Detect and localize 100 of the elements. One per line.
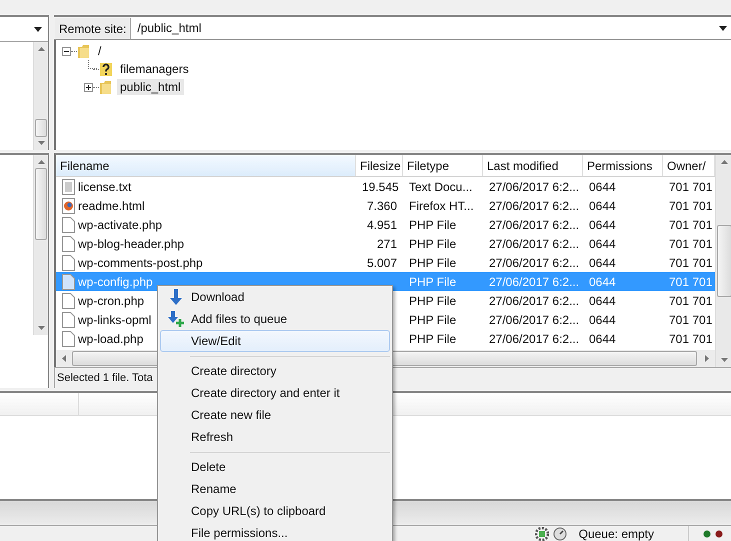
gauge-icon[interactable] [552,527,567,541]
file-type: PHP File [408,256,458,270]
menu-item[interactable]: Create directory and enter it [160,382,390,404]
scroll-down-icon[interactable] [38,141,44,145]
file-size: 19.545 [361,180,400,194]
file-name[interactable]: wp-load.php [78,332,144,346]
selection-status: Selected 1 file. Tota [57,372,153,384]
menu-item[interactable]: Rename [160,478,390,500]
scrollbar[interactable] [33,155,48,335]
column-header[interactable]: Last modified [483,155,583,176]
file-type: Text Docu... [408,180,474,194]
scroll-thumb[interactable] [717,225,731,297]
column-header[interactable]: Filesize [356,155,403,176]
expand-icon[interactable] [84,82,93,92]
file-type: Firefox HT... [408,198,475,212]
scroll-down-icon[interactable] [721,358,728,362]
file-owner: 701 701 [668,274,714,288]
file-icon [62,236,75,252]
file-size: 7.360 [366,198,398,212]
file-permissions: 0644 [588,274,617,288]
file-name[interactable]: wp-comments-post.php [78,256,203,270]
file-icon [62,274,75,290]
scroll-up-icon[interactable] [38,160,44,164]
queue-status: Queue: empty [578,527,654,541]
file-owner: 701 701 [668,332,714,346]
file-icon [62,312,75,328]
column-header[interactable]: Filename [56,155,356,176]
tree-item[interactable]: / [95,43,104,59]
menu-item[interactable]: File permissions... [160,522,390,541]
menu-item[interactable]: Add files to queue [160,308,390,330]
file-owner: 701 701 [668,236,714,250]
remote-site-label: Remote site: [55,18,132,39]
gear-icon[interactable] [534,527,549,541]
dropdown-arrow-icon[interactable] [719,26,727,30]
down-arrow-icon [170,289,182,305]
file-type: PHP File [408,218,458,232]
scroll-up-icon[interactable] [721,160,728,164]
remote-path-field[interactable]: /public_html [131,17,731,39]
column-header[interactable]: Filetype [403,155,483,176]
collapse-icon[interactable] [62,46,71,56]
scrollbar[interactable] [33,42,48,150]
file-icon [62,330,75,346]
file-permissions: 0644 [588,236,617,250]
file-name[interactable]: wp-blog-header.php [78,236,184,250]
folder-icon [77,44,91,58]
text-file-icon [62,178,75,194]
question-icon [99,62,113,76]
file-modified: 27/06/2017 6:2... [488,180,580,194]
file-icon [62,254,75,270]
file-modified: 27/06/2017 6:2... [488,198,580,212]
file-icon [62,216,75,232]
file-modified: 27/06/2017 6:2... [488,236,580,250]
tree-item[interactable]: public_html [117,79,184,95]
file-size: 5.007 [366,256,398,270]
file-modified: 27/06/2017 6:2... [488,312,580,326]
file-permissions: 0644 [588,198,617,212]
file-modified: 27/06/2017 6:2... [488,256,580,270]
file-size: 271 [376,236,398,250]
menu-item[interactable]: Download [160,286,390,308]
file-type: PHP File [408,236,458,250]
file-name[interactable]: wp-cron.php [78,294,144,308]
dropdown-arrow-icon[interactable] [34,26,42,32]
scroll-up-icon[interactable] [38,47,44,51]
file-name[interactable]: wp-links-opml [78,312,152,326]
file-permissions: 0644 [588,256,617,270]
indicator-lights-icon [703,530,725,538]
file-name[interactable]: wp-activate.php [78,218,162,232]
menu-item[interactable]: Create directory [160,360,390,382]
file-type: PHP File [408,332,458,346]
file-name[interactable]: readme.html [78,198,145,212]
file-permissions: 0644 [588,218,617,232]
scroll-down-icon[interactable] [38,326,44,330]
menu-item[interactable]: Delete [160,456,390,478]
scroll-left-icon[interactable] [62,355,66,362]
column-header[interactable]: Permissions [583,155,663,176]
menu-item[interactable]: Create new file [160,404,390,426]
scroll-thumb[interactable] [35,168,47,240]
file-type: PHP File [408,274,458,288]
file-permissions: 0644 [588,312,617,326]
file-icon [62,292,75,308]
file-owner: 701 701 [668,312,714,326]
tree-item[interactable]: filemanagers [117,61,192,77]
folder-icon [99,80,113,94]
file-owner: 701 701 [668,294,714,308]
file-modified: 27/06/2017 6:2... [488,294,580,308]
file-modified: 27/06/2017 6:2... [488,218,580,232]
scrollbar[interactable] [715,155,731,367]
file-owner: 701 701 [668,256,714,270]
menu-item[interactable]: Refresh [160,426,390,448]
file-owner: 701 701 [668,180,714,194]
file-permissions: 0644 [588,332,617,346]
file-modified: 27/06/2017 6:2... [488,274,580,288]
file-owner: 701 701 [668,198,714,212]
file-name[interactable]: license.txt [78,180,132,194]
down-arrow-plus-icon [168,311,184,327]
scroll-thumb[interactable] [35,119,47,137]
file-permissions: 0644 [588,180,617,194]
file-size: 4.951 [366,218,398,232]
menu-item[interactable]: View/Edit [160,330,390,352]
scroll-right-icon[interactable] [705,355,709,362]
